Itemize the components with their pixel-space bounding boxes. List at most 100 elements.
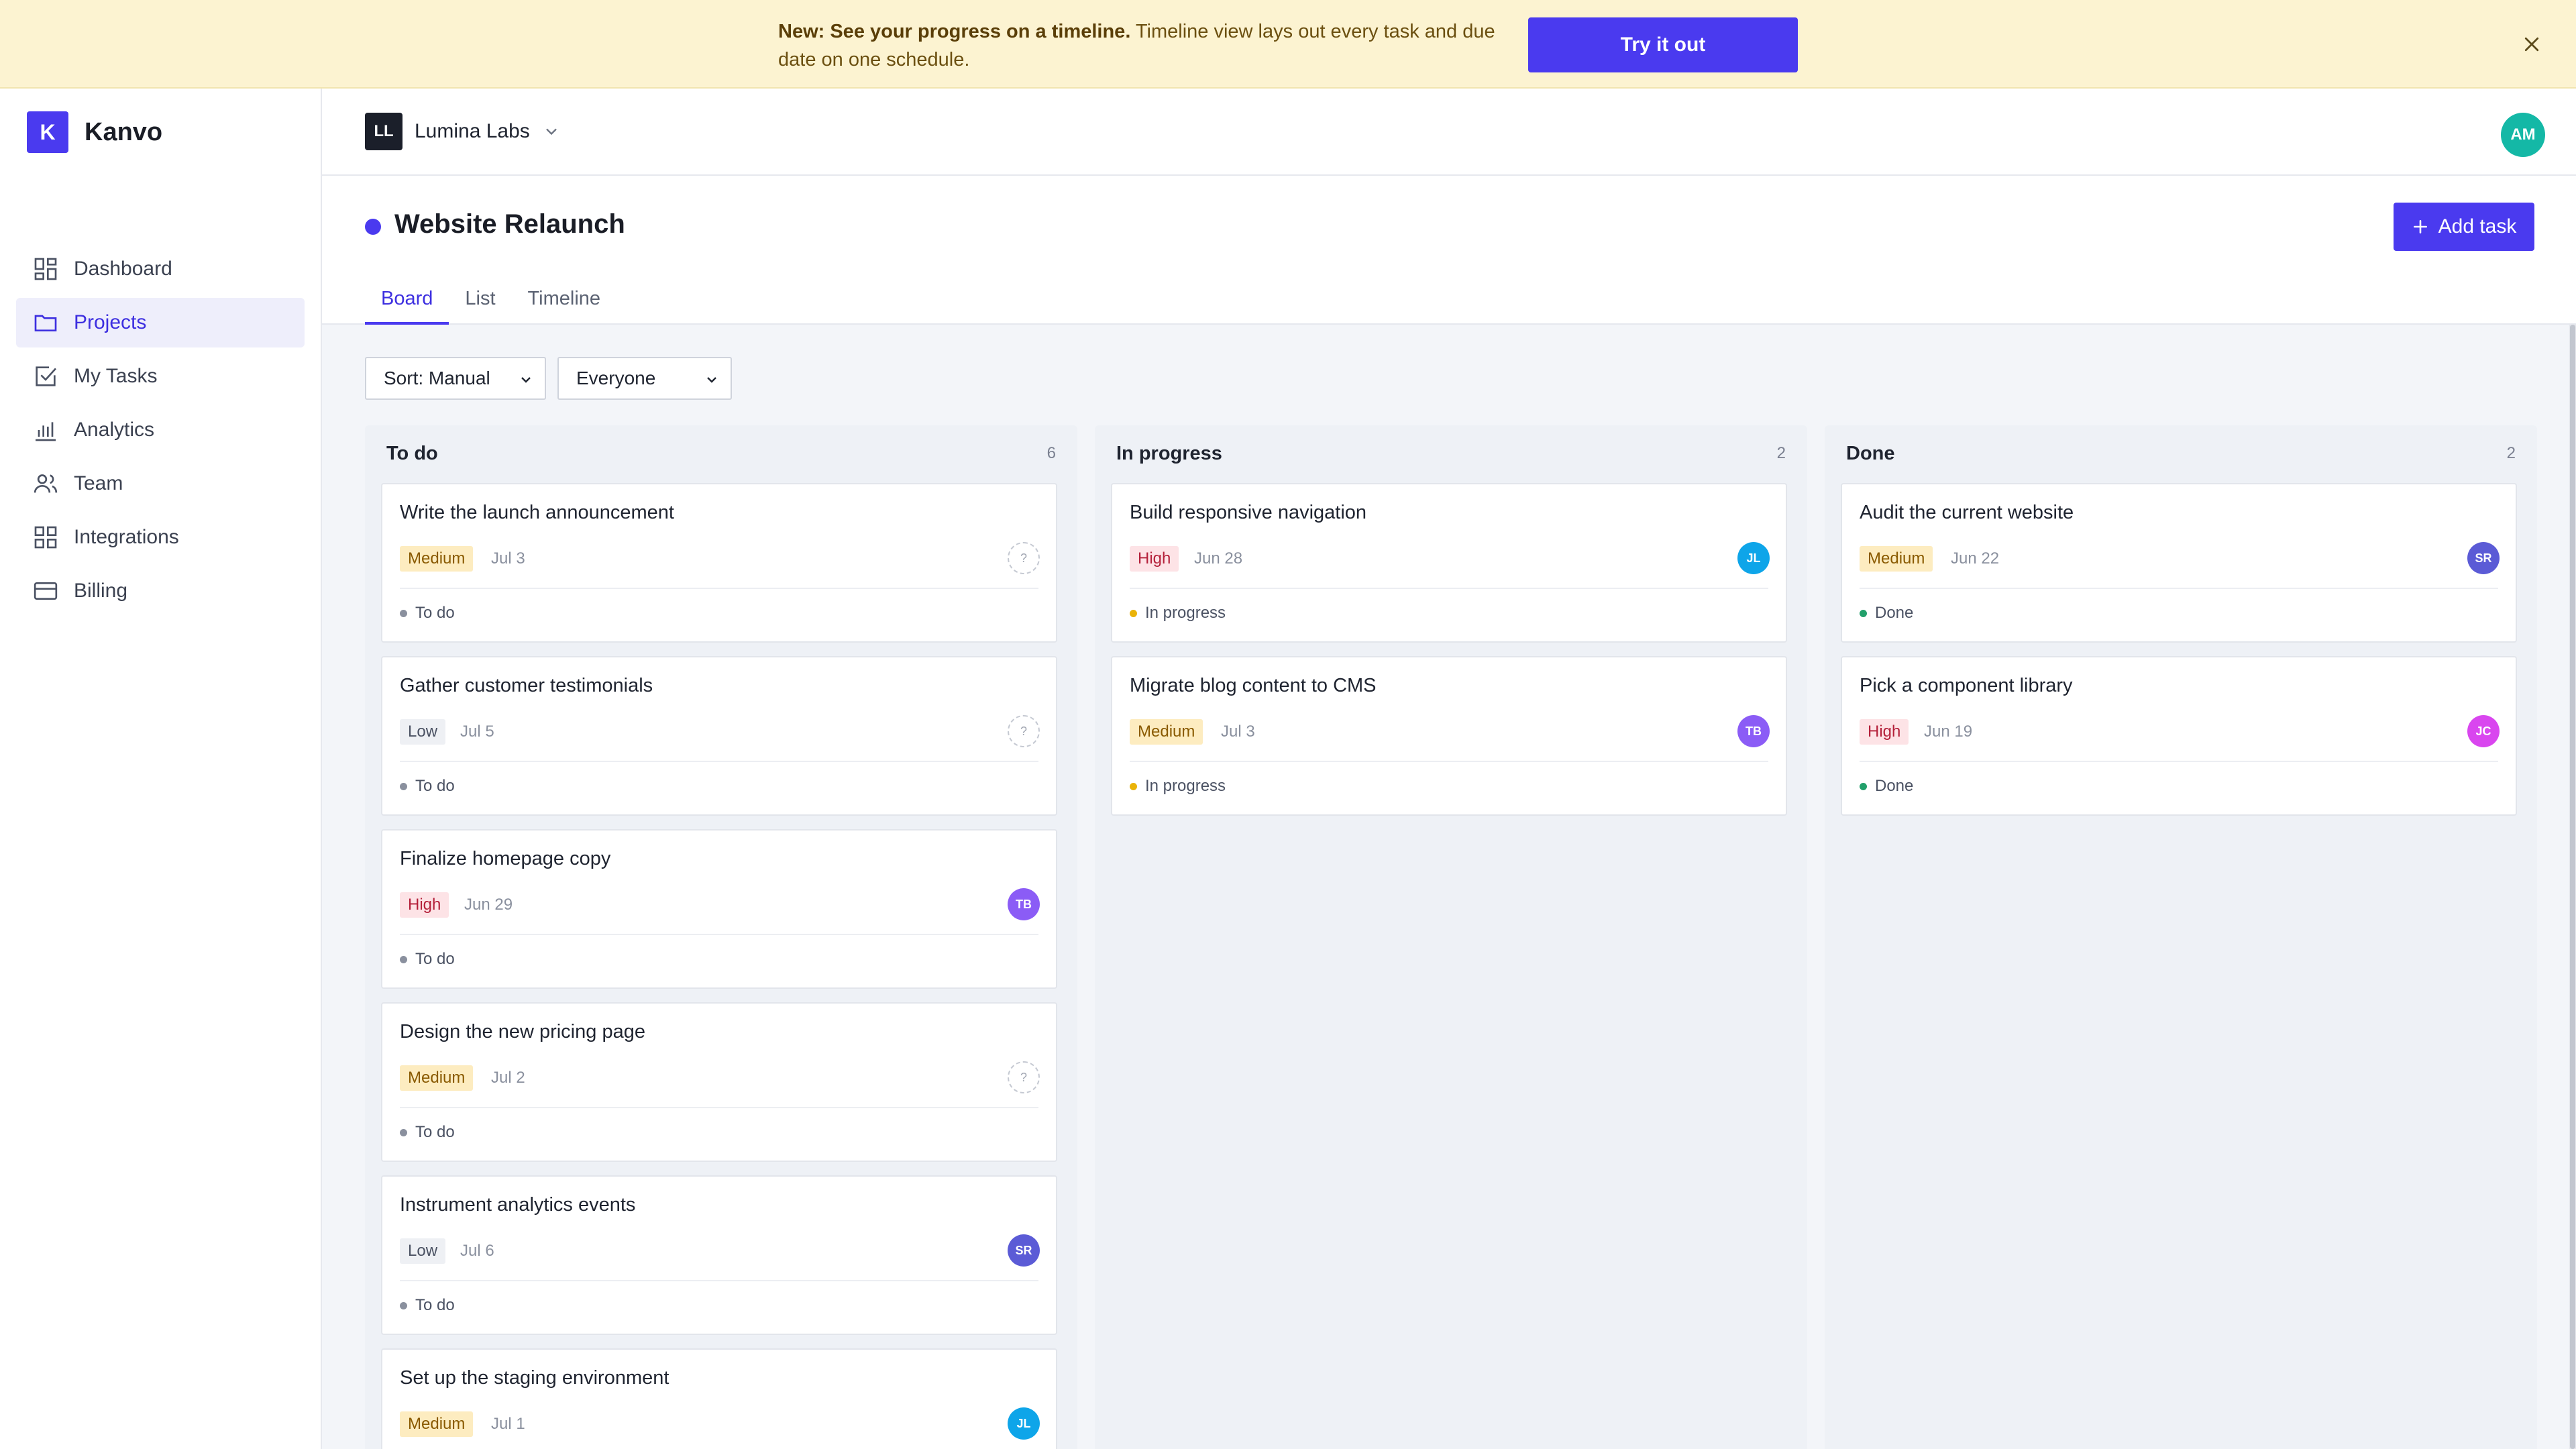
assignee-filter-value: Everyone	[576, 368, 656, 388]
task-card[interactable]: Gather customer testimonials Low Jul 5? To …	[381, 656, 1057, 816]
sidebar-item-label: Billing	[74, 580, 128, 602]
task-status: To do	[400, 1296, 455, 1315]
sort-select-value: Sort: Manual	[384, 368, 490, 388]
assignee-avatar[interactable]: JL	[1737, 542, 1770, 574]
chevron-down-icon	[545, 128, 557, 136]
due-date: Jul 3	[491, 549, 525, 568]
status-label: To do	[415, 1296, 455, 1314]
bar-chart-icon	[36, 422, 56, 441]
scrollbar-thumb[interactable]	[2570, 325, 2575, 1449]
priority-badge: High	[1860, 719, 1909, 745]
card-divider	[400, 1280, 1038, 1281]
chevron-down-icon	[521, 377, 531, 383]
due-date: Jul 2	[491, 1069, 525, 1087]
status-dot	[400, 955, 407, 963]
close-banner-button[interactable]	[2517, 30, 2546, 59]
unassigned-avatar[interactable]: ?	[1008, 1061, 1040, 1093]
sidebar-item-label: Integrations	[74, 526, 179, 548]
sidebar-item-label: My Tasks	[74, 365, 158, 387]
project-color-dot	[365, 219, 381, 235]
chevron-down-icon	[707, 377, 716, 383]
priority-badge: Low	[400, 1238, 446, 1264]
card-divider	[400, 1107, 1038, 1108]
priority-badge: High	[400, 892, 449, 918]
assignee-avatar[interactable]: TB	[1008, 888, 1040, 920]
add-task-button[interactable]: Add task	[2394, 203, 2534, 251]
sidebar-item-team[interactable]: Team	[16, 459, 305, 508]
priority-badge: Medium	[1130, 719, 1203, 745]
due-date: Jun 28	[1194, 549, 1243, 568]
column-count: 2	[1776, 444, 1786, 462]
sidebar-item-integrations[interactable]: Integrations	[16, 513, 305, 562]
sort-select[interactable]: Sort: Manual	[365, 357, 546, 400]
task-title: Gather customer testimonials	[400, 675, 653, 696]
status-label: In progress	[1145, 777, 1226, 795]
sidebar-item-billing[interactable]: Billing	[16, 566, 305, 616]
sidebar-item-label: Analytics	[74, 419, 155, 441]
brand-logo: K	[27, 111, 68, 153]
sidebar-item-projects[interactable]: Projects	[16, 298, 305, 347]
due-date: Jun 22	[1951, 549, 2000, 568]
column-done: Done 2 Audit the current website Medium Jun …	[1825, 425, 2537, 1449]
column-count: 6	[1046, 444, 1056, 462]
unassigned-avatar[interactable]: ?	[1008, 715, 1040, 747]
try-it-out-button[interactable]: Try it out	[1528, 17, 1798, 72]
card-divider	[1860, 588, 2498, 589]
board-scrollbar[interactable]	[2569, 325, 2576, 1449]
task-status: To do	[400, 1123, 455, 1142]
task-card[interactable]: Finalize homepage copy High Jun 29 TB To do	[381, 829, 1057, 989]
tab-board[interactable]: Board	[365, 282, 449, 325]
column-title: In progress	[1116, 442, 1222, 464]
user-avatar[interactable]: AM	[2501, 113, 2545, 157]
task-card[interactable]: Pick a component library High Jun 19 JC Done	[1841, 656, 2517, 816]
assignee-avatar[interactable]: JL	[1008, 1407, 1040, 1440]
status-label: To do	[415, 604, 455, 622]
task-card[interactable]: Write the launch announcement Medium Jul 3…	[381, 483, 1057, 643]
assignee-avatar[interactable]: SR	[2467, 542, 2500, 574]
assignee-filter-select[interactable]: Everyone	[557, 357, 732, 400]
unassigned-avatar[interactable]: ?	[1008, 542, 1040, 574]
column-in-progress: In progress 2 Build responsive navigation H…	[1095, 425, 1807, 1449]
task-title: Audit the current website	[1860, 502, 2074, 523]
task-card[interactable]: Build responsive navigation High Jun 28 JL I…	[1111, 483, 1787, 643]
view-tabs: Board List Timeline	[365, 282, 616, 325]
sidebar-item-analytics[interactable]: Analytics	[16, 405, 305, 455]
priority-badge: High	[1130, 546, 1179, 572]
due-date: Jun 29	[464, 896, 513, 914]
assignee-avatar[interactable]: JC	[2467, 715, 2500, 747]
tab-list[interactable]: List	[449, 282, 511, 325]
sidebar-item-label: Dashboard	[74, 258, 172, 280]
task-title: Design the new pricing page	[400, 1021, 645, 1042]
status-label: To do	[415, 1123, 455, 1141]
project-header: Website Relaunch Add task Board List Tim…	[322, 176, 2576, 325]
task-card[interactable]: Set up the staging environment Medium Jul …	[381, 1348, 1057, 1449]
task-title: Set up the staging environment	[400, 1367, 669, 1389]
due-date: Jul 1	[491, 1415, 525, 1433]
task-title: Pick a component library	[1860, 675, 2073, 696]
banner-message: New: See your progress on a timeline. Ti…	[778, 17, 1503, 74]
sidebar-item-dashboard[interactable]: Dashboard	[16, 244, 305, 294]
task-card[interactable]: Audit the current website Medium Jun 22 SR D…	[1841, 483, 2517, 643]
tab-timeline[interactable]: Timeline	[512, 282, 617, 325]
priority-badge: Medium	[400, 1065, 474, 1091]
task-card[interactable]: Instrument analytics events Low Jul 6 SR To …	[381, 1175, 1057, 1335]
folder-icon	[34, 315, 57, 331]
status-dot	[400, 1128, 407, 1136]
brand[interactable]: K Kanvo	[27, 111, 162, 153]
sidebar-item-my-tasks[interactable]: My Tasks	[16, 352, 305, 401]
task-status: Done	[1860, 604, 1913, 623]
grid-icon	[34, 526, 57, 549]
assignee-avatar[interactable]: SR	[1008, 1234, 1040, 1267]
assignee-avatar[interactable]: TB	[1737, 715, 1770, 747]
task-card[interactable]: Migrate blog content to CMS Medium Jul 3 TB…	[1111, 656, 1787, 816]
status-dot	[1130, 609, 1137, 617]
column-header: In progress 2	[1116, 433, 1786, 474]
task-title: Migrate blog content to CMS	[1130, 675, 1377, 696]
status-dot	[1860, 609, 1867, 617]
task-card[interactable]: Design the new pricing page Medium Jul 2? T…	[381, 1002, 1057, 1162]
status-label: To do	[415, 777, 455, 795]
due-date: Jun 19	[1924, 722, 1973, 741]
card-divider	[400, 934, 1038, 935]
org-switcher[interactable]: LL Lumina Labs	[365, 113, 561, 150]
card-divider	[400, 588, 1038, 589]
